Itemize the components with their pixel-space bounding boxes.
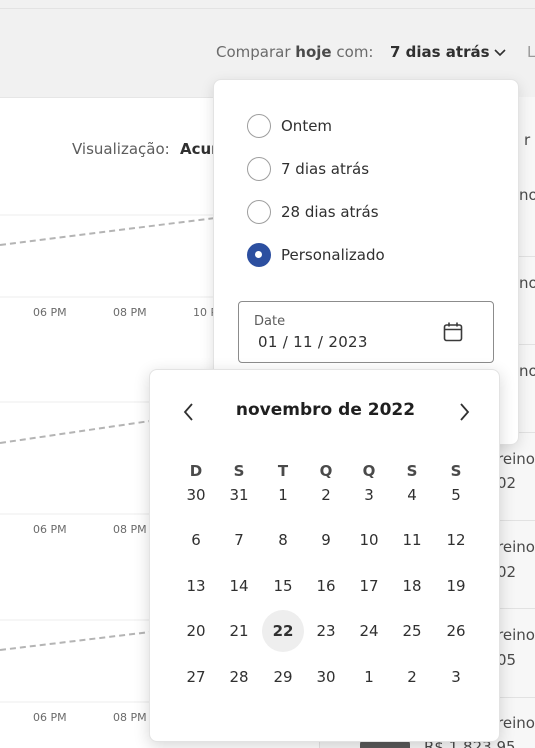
calendar-day[interactable]: 23 [305,610,347,652]
calendar-day[interactable]: 13 [175,565,217,607]
calendar-day[interactable]: 22 [262,610,304,652]
list-text: no [519,362,535,380]
x-tick: 08 PM [113,306,147,319]
option-7-dias[interactable]: 7 dias atrás [247,156,369,182]
calendar-day[interactable]: 29 [262,656,304,698]
option-ontem[interactable]: Ontem [247,113,332,139]
list-text: reino [497,450,535,468]
option-label: Ontem [281,117,333,135]
date-input[interactable]: Date 01 / 11 / 2023 [238,301,494,363]
chart-series-3 [0,631,151,651]
date-value[interactable]: 01 / 11 / 2023 [258,333,368,351]
calendar-day[interactable]: 28 [218,656,260,698]
calendar-day[interactable]: 25 [391,610,433,652]
option-label: 7 dias atrás [281,160,370,178]
x-tick: 08 PM [113,523,147,536]
radio-7-dias[interactable] [247,157,271,181]
compare-selected-value: 7 dias atrás [390,43,490,61]
calendar-day[interactable]: 9 [305,519,347,561]
calendar-popup: novembro de 2022 D S T Q Q S S 30 31 1 2 3 4 5 6 7 8 9 10 1… [149,369,500,742]
calendar-day[interactable]: 16 [305,565,347,607]
calendar-day[interactable]: 5 [435,474,477,516]
calendar-day[interactable]: 18 [391,565,433,607]
calendar-day[interactable]: 30 [305,656,347,698]
calendar-day[interactable]: 2 [391,656,433,698]
list-text: reino [497,538,535,556]
compare-dropdown-trigger[interactable]: 7 dias atrás [390,43,506,61]
calendar-day[interactable]: 21 [218,610,260,652]
x-tick: 06 PM [33,523,67,536]
radio-28-dias[interactable] [247,200,271,224]
radio-personalizado[interactable] [247,243,271,267]
option-personalizado[interactable]: Personalizado [247,242,385,268]
calendar-day[interactable]: 31 [218,474,260,516]
list-text: no [519,274,535,292]
chevron-right-icon[interactable] [455,400,475,424]
list-text: no [519,186,535,204]
calendar-day[interactable]: 2 [305,474,347,516]
chevron-down-icon [493,48,506,56]
calendar-day[interactable]: 20 [175,610,217,652]
calendar-month-title: novembro de 2022 [235,400,416,420]
calendar-day[interactable]: 17 [348,565,390,607]
calendar-day[interactable]: 7 [218,519,260,561]
x-tick: 06 PM [33,306,67,319]
calendar-day[interactable]: 26 [435,610,477,652]
calendar-icon[interactable] [442,321,464,343]
chart-series-2 [0,420,151,444]
date-label: Date [254,314,286,329]
option-28-dias[interactable]: 28 dias atrás [247,199,379,225]
header-cut-text: L [527,43,535,61]
list-text: r re [524,131,535,149]
calendar-day[interactable]: 15 [262,565,304,607]
option-label: 28 dias atrás [281,203,379,221]
calendar-day[interactable]: 11 [391,519,433,561]
x-tick: 06 PM [33,711,67,724]
x-tick: 08 PM [113,711,147,724]
calendar-day[interactable]: 3 [348,474,390,516]
calendar-day[interactable]: 30 [175,474,217,516]
calendar-day[interactable]: 14 [218,565,260,607]
calendar-day[interactable]: 12 [435,519,477,561]
list-text: reino [497,714,535,732]
radio-ontem[interactable] [247,114,271,138]
calendar-day[interactable]: 4 [391,474,433,516]
calendar-day[interactable]: 6 [175,519,217,561]
calendar-day[interactable]: 10 [348,519,390,561]
list-text: reino [497,626,535,644]
option-label: Personalizado [281,246,385,264]
chart-series-1 [0,217,216,246]
calendar-day[interactable]: 1 [262,474,304,516]
calendar-day[interactable]: 1 [348,656,390,698]
calendar-day[interactable]: 8 [262,519,304,561]
compare-suffix: com: [336,43,374,61]
calendar-day[interactable]: 24 [348,610,390,652]
calendar-day[interactable]: 19 [435,565,477,607]
calendar-day[interactable]: 27 [175,656,217,698]
calendar-day[interactable]: 3 [435,656,477,698]
